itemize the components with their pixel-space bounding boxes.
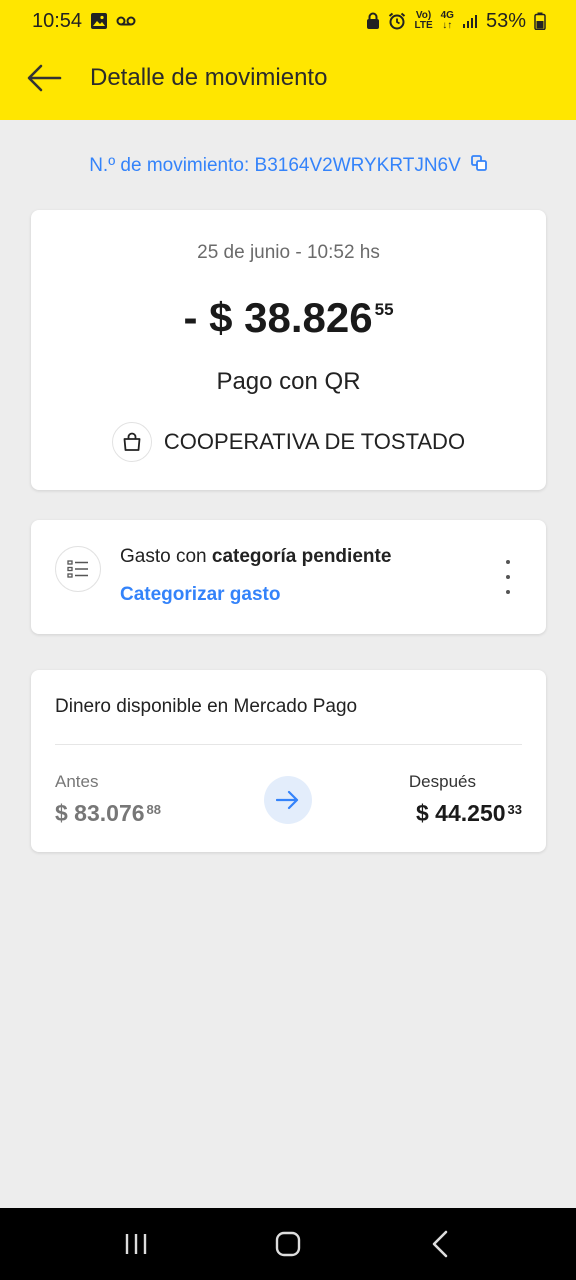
voicemail-icon (116, 15, 136, 27)
amount-main: - $ 38.826 (183, 294, 373, 341)
recents-icon (125, 1234, 147, 1254)
after-label: Después (408, 772, 476, 791)
network-gen-text: 4G (440, 10, 454, 21)
status-time: 10:54 (32, 9, 83, 32)
after-amount: $ 44.250 (416, 800, 506, 826)
merchant-row: COOPERATIVA DE TOSTADO (31, 422, 546, 462)
balance-title: Dinero disponible en Mercado Pago (55, 696, 358, 717)
network-4g-indicator: 4G ↓↑ (440, 10, 454, 31)
lte-text: LTE (414, 20, 433, 31)
category-prefix: Gasto con (120, 546, 207, 567)
movement-id-row[interactable]: N.º de movimiento: B3164V2WRYKRTJN6V (0, 150, 576, 182)
signal-icon (462, 13, 478, 29)
merchant-name: COOPERATIVA DE TOSTADO (163, 429, 466, 454)
app-header: 10:54 Vo) LTE 4G ↓↑ 53% Detalle de movim… (0, 0, 576, 120)
payment-type: Pago con QR (216, 368, 361, 395)
amount-cents: 55 (374, 300, 394, 319)
gallery-notification-icon (90, 12, 108, 30)
before-value: $ 83.076 88 (55, 800, 161, 827)
movement-id-text: N.º de movimiento: B3164V2WRYKRTJN6V (89, 155, 461, 176)
battery-percent: 53% (485, 9, 526, 32)
alarm-icon (388, 12, 406, 30)
lock-icon (366, 12, 380, 30)
back-button[interactable] (14, 50, 74, 106)
before-label: Antes (55, 772, 99, 791)
volte-indicator: Vo) LTE (414, 11, 432, 31)
balance-card: Dinero disponible en Mercado Pago Antes … (31, 670, 546, 852)
before-amount: $ 83.076 (55, 800, 145, 826)
categorize-expense-link[interactable]: Categorizar gasto (120, 584, 280, 606)
status-bar: 10:54 Vo) LTE 4G ↓↑ 53% (0, 0, 576, 42)
category-pending: categoría pendiente (211, 546, 392, 567)
more-vert-icon[interactable] (498, 560, 518, 594)
status-left: 10:54 (32, 10, 136, 33)
status-right: Vo) LTE 4G ↓↑ 53% (366, 10, 546, 33)
home-icon (275, 1231, 301, 1257)
after-cents: 33 (507, 802, 522, 817)
after-value: $ 44.250 33 (416, 800, 522, 827)
back-arrow-icon (27, 64, 62, 92)
arrow-right-icon (264, 776, 312, 824)
toolbar: Detalle de movimiento (0, 50, 576, 106)
battery-icon (534, 12, 546, 30)
nav-back-button[interactable] (400, 1214, 480, 1274)
page-title: Detalle de movimiento (90, 64, 328, 91)
category-card: Gasto con categoría pendiente Categoriza… (31, 520, 546, 634)
shopping-bag-icon (111, 422, 152, 462)
copy-icon[interactable] (470, 155, 487, 177)
divider (55, 744, 522, 745)
movement-amount: - $ 38.826 55 (31, 294, 546, 342)
list-icon (55, 546, 101, 592)
nav-back-icon (432, 1230, 448, 1258)
home-button[interactable] (248, 1214, 328, 1274)
system-nav-bar (0, 1208, 576, 1280)
movement-summary-card: 25 de junio - 10:52 hs - $ 38.826 55 Pago… (31, 210, 546, 490)
before-cents: 88 (146, 802, 161, 817)
recents-button[interactable] (96, 1214, 176, 1274)
movement-date: 25 de junio - 10:52 hs (197, 242, 380, 263)
category-status: Gasto con categoría pendiente (120, 546, 391, 568)
